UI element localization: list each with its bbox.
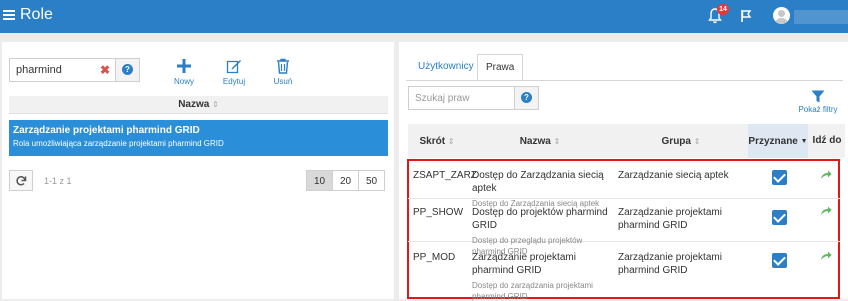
table-row[interactable]: PP_MOD Zarządzanie projektami pharmind G… [408, 242, 841, 301]
role-description: Rola umożliwiająca zarządzanie projektam… [13, 139, 224, 148]
refresh-button[interactable] [9, 170, 33, 191]
tab-divider [406, 80, 843, 81]
column-header-name[interactable]: Nazwa ⇕ [466, 124, 614, 158]
edit-icon [226, 60, 241, 74]
clear-search-icon[interactable]: ✖ [100, 63, 110, 77]
page-size-20[interactable]: 20 [332, 170, 359, 191]
role-name-column-header[interactable]: Nazwa ⇕ [9, 96, 388, 114]
granted-header-label: Przyznane [748, 135, 798, 147]
right-name: Dostęp do projektów pharmind GRID [472, 207, 608, 231]
granted-checkbox[interactable] [772, 253, 787, 268]
notification-badge: 14 [717, 4, 729, 15]
trash-icon [277, 58, 289, 74]
column-header-label: Nazwa [178, 99, 210, 110]
rights-search-input[interactable] [409, 87, 513, 109]
tab-users[interactable]: Użytkownicy [410, 54, 482, 80]
new-label: Nowy [173, 77, 194, 86]
refresh-icon [16, 176, 27, 186]
sort-icon: ⇕ [553, 136, 561, 146]
right-code: ZSAPT_ZARZ [413, 170, 477, 181]
plus-icon [177, 59, 191, 73]
roles-panel: ✖ ? Nowy Edytuj Usuń Nazwa ⇕ Zarządzanie… [2, 42, 394, 299]
rights-panel: Użytkownicy Prawa ? Pokaż filtry Skrót ⇕… [399, 42, 848, 301]
help-icon: ? [122, 64, 133, 75]
rights-search-help-button[interactable]: ? [514, 87, 538, 109]
page-title: Role [20, 6, 53, 23]
user-avatar[interactable] [773, 7, 790, 24]
column-header-goto: Idź do [812, 124, 842, 158]
right-code: PP_SHOW [413, 207, 464, 218]
name-header-label: Nazwa [519, 135, 551, 147]
delete-role-button[interactable]: Usuń [263, 58, 303, 86]
show-filters-label: Pokaż filtry [798, 105, 838, 114]
user-name-blurred [794, 10, 848, 24]
sort-icon: ⇕ [212, 100, 219, 109]
edit-role-button[interactable]: Edytuj [214, 58, 254, 86]
rights-search-box: ? [408, 86, 539, 110]
role-search-box: ✖ ? [9, 58, 140, 82]
rights-table-header: Skrót ⇕ Nazwa ⇕ Grupa ⇕ Przyznane ▼ Idź … [408, 124, 845, 158]
granted-checkbox[interactable] [772, 210, 787, 225]
top-bar: Role 14 [0, 0, 848, 33]
tab-rights[interactable]: Prawa [477, 54, 524, 81]
role-name: Zarządzanie projektami pharmind GRID [13, 125, 200, 136]
right-name-cell: Zarządzanie projektami pharmind GRID Dos… [472, 251, 610, 301]
right-name: Zarządzanie projektami pharmind GRID [472, 252, 576, 276]
column-header-group[interactable]: Grupa ⇕ [614, 124, 748, 158]
goto-header-label: Idź do [812, 135, 842, 146]
goto-arrow-icon[interactable] [820, 170, 832, 180]
goto-arrow-icon[interactable] [820, 206, 832, 216]
edit-label: Edytuj [222, 77, 246, 86]
right-group: Zarządzanie projektami pharmind GRID [618, 207, 722, 231]
flag-icon[interactable] [740, 9, 752, 23]
search-help-button[interactable]: ? [115, 59, 139, 81]
filter-icon [811, 90, 825, 103]
table-row[interactable]: ZSAPT_ZARZ Dostęp do Zarządzania siecią … [408, 162, 841, 208]
right-group: Zarządzanie siecią aptek [618, 170, 729, 181]
group-header-label: Grupa [661, 135, 691, 147]
right-group: Zarządzanie projektami pharmind GRID [618, 252, 722, 276]
page-size-50[interactable]: 50 [358, 170, 385, 191]
right-description: Dostęp do zarządzania projektami pharmin… [472, 281, 593, 301]
help-icon: ? [521, 92, 532, 103]
right-code: PP_MOD [413, 252, 456, 263]
page-size-10[interactable]: 10 [306, 170, 333, 191]
page-info: 1-1 z 1 [44, 176, 72, 186]
delete-label: Usuń [273, 77, 293, 86]
sort-desc-icon: ▼ [800, 137, 808, 145]
column-header-code[interactable]: Skrót ⇕ [408, 124, 466, 158]
column-header-granted[interactable]: Przyznane ▼ [748, 124, 808, 158]
role-search-input[interactable] [10, 59, 110, 81]
goto-arrow-icon[interactable] [820, 251, 832, 261]
right-name: Dostęp do Zarządzania siecią aptek [472, 170, 604, 194]
granted-checkbox[interactable] [772, 170, 787, 185]
sort-icon: ⇕ [693, 136, 701, 146]
page-size-selector: 10 20 50 [306, 170, 385, 191]
hamburger-menu-icon[interactable] [3, 8, 15, 22]
sort-icon: ⇕ [447, 136, 455, 146]
code-header-label: Skrót [419, 135, 446, 147]
table-row[interactable]: PP_SHOW Dostęp do projektów pharmind GRI… [408, 199, 841, 256]
show-filters-button[interactable]: Pokaż filtry [794, 90, 842, 114]
new-role-button[interactable]: Nowy [164, 58, 204, 86]
role-list-item[interactable]: Zarządzanie projektami pharmind GRID Rol… [9, 120, 388, 156]
